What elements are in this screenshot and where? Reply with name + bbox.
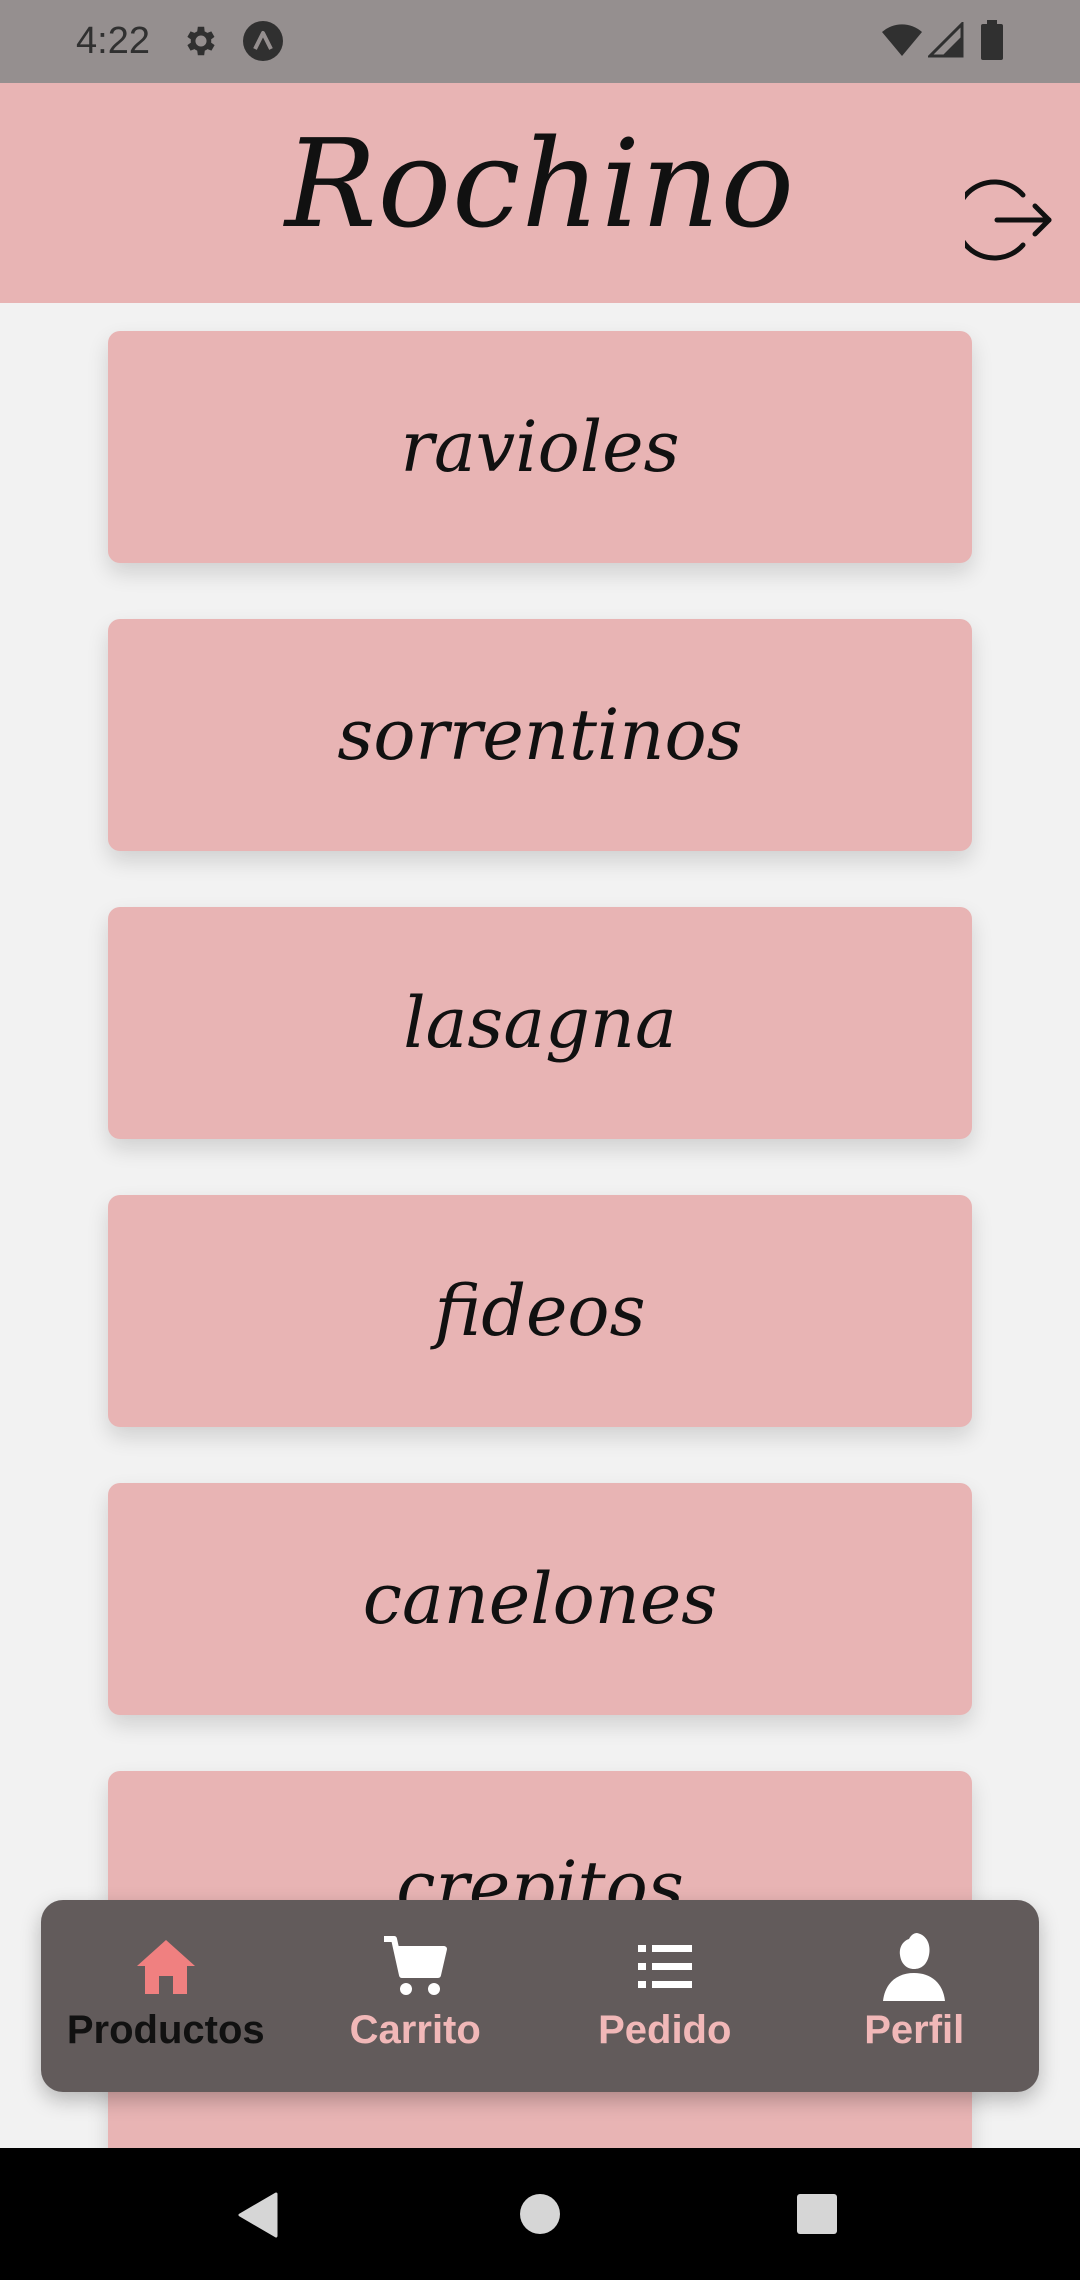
nav-label: Pedido	[598, 2008, 732, 2052]
list-icon	[637, 1934, 692, 2000]
nav-label: Carrito	[349, 2008, 481, 2052]
signal-icon	[926, 20, 964, 63]
app-header: Rochino	[0, 83, 1080, 303]
product-label: fideos	[434, 1270, 646, 1352]
app-a-icon	[242, 20, 284, 67]
product-card-sorrentinos[interactable]: sorrentinos	[108, 619, 972, 851]
product-label: sorrentinos	[337, 694, 743, 776]
status-bar: 4:22	[0, 0, 1080, 83]
logout-button[interactable]	[953, 175, 1055, 265]
product-card-canelones[interactable]: canelones	[108, 1483, 972, 1715]
bottom-nav: Productos Carrito Pedido Perfil	[41, 1900, 1039, 2092]
recents-icon	[797, 2194, 837, 2234]
recents-button[interactable]	[797, 2194, 837, 2239]
back-button[interactable]	[236, 2192, 280, 2243]
nav-item-pedido[interactable]: Pedido	[540, 1900, 790, 2092]
brand-logo: Rochino	[284, 113, 796, 255]
product-card-ravioles[interactable]: ravioles	[108, 331, 972, 563]
home-system-button[interactable]	[518, 2192, 562, 2241]
home-circle-icon	[520, 2194, 560, 2234]
product-card-fideos[interactable]: fideos	[108, 1195, 972, 1427]
app-screen: 4:22 Rochino ravioles sorrentinos lasagn…	[0, 0, 1080, 2280]
back-icon	[238, 2192, 278, 2238]
status-time: 4:22	[76, 20, 150, 62]
user-icon	[881, 1933, 947, 2001]
gear-icon	[182, 22, 220, 65]
nav-item-productos[interactable]: Productos	[41, 1900, 291, 2092]
product-list[interactable]: ravioles sorrentinos lasagna fideos cane…	[0, 303, 1080, 2148]
product-label: lasagna	[403, 982, 677, 1064]
system-nav-bar	[0, 2148, 1080, 2280]
cart-icon	[382, 1934, 448, 2000]
product-card-lasagna[interactable]: lasagna	[108, 907, 972, 1139]
nav-item-perfil[interactable]: Perfil	[790, 1900, 1040, 2092]
logout-icon	[953, 179, 1052, 261]
wifi-icon	[882, 22, 922, 63]
nav-label: Perfil	[864, 2008, 965, 2052]
product-label: canelones	[362, 1558, 718, 1640]
nav-label: Productos	[66, 2008, 265, 2052]
home-icon	[133, 1934, 199, 2000]
battery-icon	[980, 20, 1004, 65]
nav-item-carrito[interactable]: Carrito	[291, 1900, 541, 2092]
product-label: ravioles	[400, 406, 680, 488]
